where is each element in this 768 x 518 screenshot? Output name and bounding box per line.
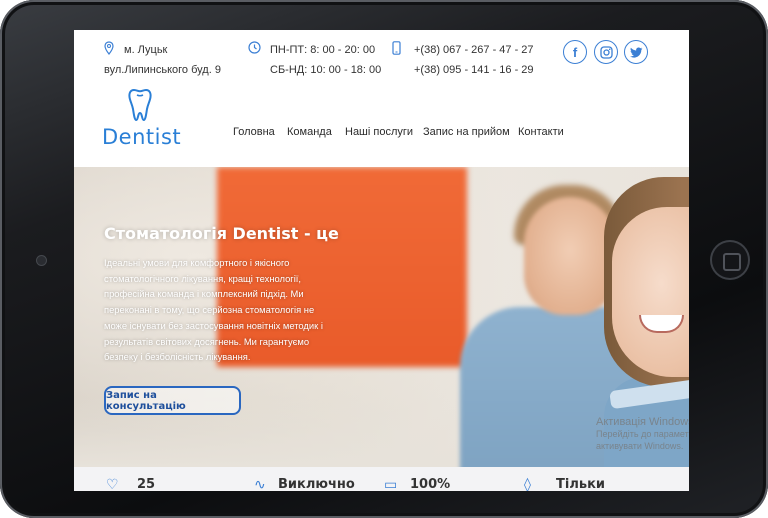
- watermark-line-2: активувати Windows.: [596, 441, 684, 451]
- hero-text-line: професійна команда і комплексний підхід.…: [104, 288, 304, 300]
- feature-percent: 100%: [410, 477, 451, 491]
- hours-block: ПН-ПТ: 8: 00 - 20: 00 СБ-НД: 10: 00 - 18…: [248, 40, 381, 80]
- hero-person-front-face: [612, 207, 689, 377]
- nav-home[interactable]: Головна: [233, 126, 275, 138]
- camera-dot: [37, 256, 46, 265]
- consultation-button[interactable]: Запис на консультацію: [104, 386, 241, 415]
- watermark-title: Активація Windows: [596, 416, 689, 428]
- heart-icon: ♡: [106, 477, 119, 491]
- nav-contacts[interactable]: Контакти: [518, 126, 564, 138]
- facebook-icon[interactable]: f: [563, 40, 587, 64]
- features-strip: ♡ 25 ∿ Виключно ▭ 100% ◊ Тільки: [74, 467, 689, 491]
- tablet-frame: м. Луцьк вул.Липинського буд. 9 ПН-ПТ: 8…: [0, 0, 768, 518]
- hero-title: Стоматологія Dentist - це: [104, 224, 339, 243]
- twitter-icon[interactable]: [624, 40, 648, 64]
- website-screen: м. Луцьк вул.Липинського буд. 9 ПН-ПТ: 8…: [74, 30, 689, 491]
- hero-text-line: безпеку і безболісність лікування.: [104, 351, 251, 363]
- instagram-icon[interactable]: [594, 40, 618, 64]
- tooth-icon: [128, 88, 152, 122]
- logo-wordmark: Dentist: [102, 125, 182, 149]
- hero-text-line: результатів світових досягнень. Ми гаран…: [104, 335, 310, 347]
- address-street: вул.Липинського буд. 9: [104, 64, 221, 76]
- clock-icon: [248, 41, 261, 54]
- nav-appointment[interactable]: Запис на прийом: [423, 126, 510, 138]
- feature-only: Тільки: [556, 477, 605, 491]
- drop-icon: ◊: [524, 477, 531, 491]
- instagram-glyph-icon: [599, 45, 613, 59]
- hero-text-line: може існувати без застосування новітніх …: [104, 319, 323, 331]
- feature-exclusive: Виключно: [278, 477, 355, 491]
- home-button[interactable]: [710, 240, 750, 280]
- address-block: м. Луцьк вул.Липинського буд. 9: [104, 40, 221, 80]
- feature-years: 25: [137, 477, 156, 491]
- hero-description: Ідеальні умови для комфортного і якісног…: [104, 255, 336, 365]
- windows-activation-watermark: Активація Windows Перейдіть до параметрі…: [596, 416, 689, 452]
- hero-text-line: переконані в тому, що серйозна стоматоло…: [104, 304, 315, 316]
- twitter-bird-icon: [629, 46, 642, 58]
- hero-person-background-face: [524, 197, 616, 315]
- hero-text-line: Ідеальні умови для комфортного і якісног…: [104, 257, 290, 268]
- address-city: м. Луцьк: [124, 44, 168, 56]
- phone-block: +(38) 067 - 267 - 47 - 27 +(38) 095 - 14…: [392, 40, 534, 80]
- phone-number-1[interactable]: +(38) 067 - 267 - 47 - 27: [414, 40, 534, 60]
- phone-number-2[interactable]: +(38) 095 - 141 - 16 - 29: [414, 60, 534, 80]
- watermark-line-1: Перейдіть до параметрів, щоб: [596, 429, 689, 439]
- hero-text-line: стоматологічного лікування, кращі технол…: [104, 272, 302, 284]
- phone-icon: [392, 41, 401, 55]
- nav-team[interactable]: Команда: [287, 126, 332, 138]
- location-pin-icon: [104, 41, 114, 55]
- pulse-icon: ∿: [254, 477, 266, 491]
- site-logo[interactable]: Dentist: [102, 88, 182, 150]
- hours-weekend: СБ-НД: 10: 00 - 18: 00: [270, 64, 382, 76]
- hours-weekdays: ПН-ПТ: 8: 00 - 20: 00: [270, 44, 376, 56]
- nav-services[interactable]: Наші послуги: [345, 126, 413, 138]
- chair-icon: ▭: [384, 477, 398, 491]
